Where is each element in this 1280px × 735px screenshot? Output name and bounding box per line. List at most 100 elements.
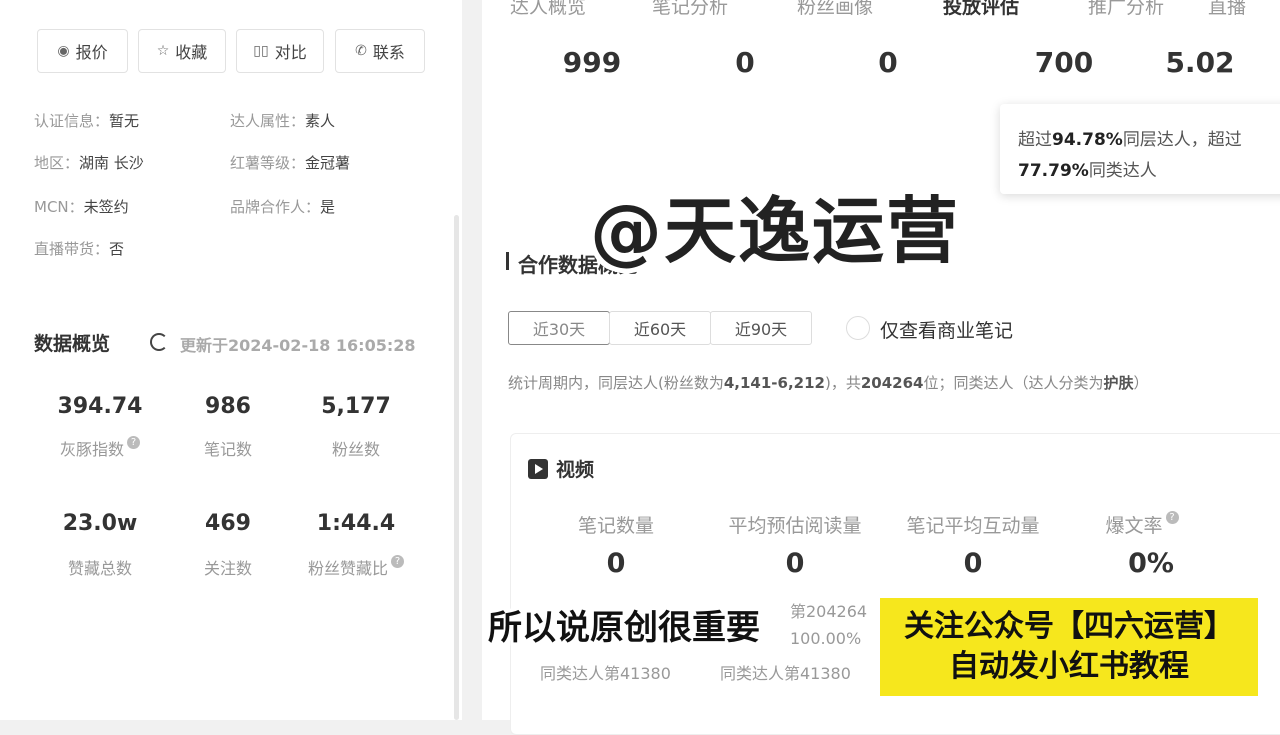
price-icon: ◉ — [57, 43, 70, 59]
compare-button[interactable]: ▯▯ 对比 — [236, 29, 324, 73]
help-icon[interactable]: ? — [1165, 511, 1179, 524]
stat-value: 1:44.4 — [316, 511, 396, 536]
metric-value: 0 — [606, 548, 626, 579]
contact-button-label: 联系 — [372, 43, 405, 62]
range-60-days-button[interactable]: 近60天 — [609, 311, 711, 345]
metric-label-text: 爆文率 — [1105, 515, 1163, 537]
category-name: 护肤 — [1103, 374, 1134, 392]
creator-attribute: 达人属性：素人 — [230, 110, 335, 131]
stat-label: 赞藏总数 — [67, 559, 132, 578]
stat-label-text: 灰豚指数 — [59, 440, 124, 459]
tab-delivery-evaluation[interactable]: 投放评估 — [943, 0, 1019, 19]
tab-fan-profile[interactable]: 粉丝画像 — [797, 0, 873, 19]
stat-value: 23.0w — [62, 511, 138, 536]
level-info: 红薯等级：金冠薯 — [230, 152, 350, 173]
period-text: 统计周期内，同层达人(粉丝数为 — [508, 374, 724, 392]
tooltip-line-2: 77.79%同类达人 — [1018, 156, 1157, 181]
compare-icon: ▯▯ — [253, 43, 269, 59]
video-section-title: 视频 — [528, 455, 594, 482]
period-text: ） — [1133, 374, 1149, 392]
refresh-icon[interactable] — [150, 333, 168, 351]
banner-line-2: 自动发小红书教程 — [949, 649, 1189, 684]
rank-text: 第204264 — [790, 602, 868, 621]
period-text: 位；同类达人（达人分类为 — [923, 374, 1104, 392]
video-subtitle: 所以说原创很重要 — [488, 608, 760, 648]
stat-value: 5,177 — [321, 394, 391, 419]
star-icon: ☆ — [156, 43, 170, 59]
range-30-days-button[interactable]: 近30天 — [508, 311, 610, 345]
metric-label: 爆文率? — [1047, 511, 1237, 538]
summary-value: 0 — [878, 46, 898, 79]
mcn-info: MCN：未签约 — [34, 196, 129, 217]
metric-value: 0% — [1128, 548, 1174, 579]
rank-text: 同类达人第41380 — [720, 664, 851, 683]
peer-count: 204264 — [860, 374, 924, 392]
stat-label: 粉丝赞藏比? — [286, 555, 426, 579]
region-key: 地区： — [34, 154, 80, 172]
live-commerce-value: 否 — [109, 240, 125, 258]
period-text: )，共 — [824, 374, 861, 392]
stat-label: 关注数 — [203, 559, 252, 578]
tab-notes-analysis[interactable]: 笔记分析 — [652, 0, 728, 19]
stat-value: 986 — [205, 394, 251, 419]
help-icon[interactable]: ? — [391, 555, 404, 568]
period-description: 统计周期内，同层达人(粉丝数为4,141-6,212)，共204264位；同类达… — [508, 372, 1149, 393]
metric-value: 0 — [785, 548, 805, 579]
favorite-button-label: 收藏 — [175, 43, 208, 62]
brand-partner-value: 是 — [320, 198, 336, 216]
metric-value: 0 — [963, 548, 983, 579]
fan-range: 4,141-6,212 — [723, 374, 825, 392]
stat-value: 394.74 — [57, 394, 143, 419]
panel-scrollbar[interactable] — [454, 215, 459, 720]
favorite-button[interactable]: ☆ 收藏 — [138, 29, 226, 73]
commercial-only-checkbox[interactable] — [846, 316, 870, 340]
attribute-value: 素人 — [305, 112, 336, 130]
region-info: 地区：湖南 长沙 — [34, 152, 144, 173]
ranking-tooltip: 超过94.78%同层达人，超过 77.79%同类达人 — [1000, 104, 1280, 194]
stat-label: 笔记数 — [203, 440, 252, 459]
stat-label: 粉丝数 — [331, 440, 380, 459]
metric-label: 笔记平均互动量 — [906, 515, 1040, 537]
overview-title: 数据概览 — [34, 333, 111, 355]
tooltip-text: 超过 — [1018, 130, 1052, 150]
tooltip-text: 同类达人 — [1088, 161, 1157, 181]
level-key: 红薯等级： — [230, 154, 306, 172]
stat-label-text: 粉丝赞藏比 — [307, 559, 388, 578]
live-commerce-info: 直播带货：否 — [34, 238, 124, 259]
tooltip-percent: 94.78% — [1052, 130, 1123, 150]
level-value: 金冠薯 — [305, 154, 351, 172]
tab-promotion-analysis[interactable]: 推广分析 — [1088, 0, 1164, 19]
range-90-days-button[interactable]: 近90天 — [710, 311, 812, 345]
cert-key: 认证信息： — [34, 112, 110, 130]
quote-button-label: 报价 — [75, 43, 108, 62]
summary-value: 5.02 — [1165, 46, 1235, 79]
rank-text: 同类达人第41380 — [540, 664, 671, 683]
stat-value: 469 — [205, 511, 251, 536]
tab-overview[interactable]: 达人概览 — [510, 0, 586, 19]
tooltip-line-1: 超过94.78%同层达人，超过 — [1018, 125, 1242, 150]
metric-label: 平均预估阅读量 — [728, 515, 862, 537]
compare-button-label: 对比 — [274, 43, 307, 62]
contact-button[interactable]: ✆ 联系 — [335, 29, 425, 73]
brand-partner-info: 品牌合作人：是 — [230, 196, 335, 217]
region-value: 湖南 长沙 — [79, 154, 144, 172]
attribute-key: 达人属性： — [230, 112, 306, 130]
help-icon[interactable]: ? — [127, 436, 140, 449]
updated-timestamp: 更新于2024-02-18 16:05:28 — [180, 336, 416, 355]
mcn-key: MCN： — [34, 198, 84, 216]
mcn-value: 未签约 — [83, 198, 129, 216]
cert-info: 认证信息：暂无 — [34, 110, 139, 131]
tab-live[interactable]: 直播 — [1208, 0, 1246, 19]
commercial-only-label[interactable]: 仅查看商业笔记 — [880, 316, 1013, 343]
quote-button[interactable]: ◉ 报价 — [37, 29, 128, 73]
summary-value: 0 — [735, 46, 755, 79]
summary-value: 700 — [1034, 46, 1094, 79]
video-title-text: 视频 — [556, 459, 595, 481]
phone-icon: ✆ — [355, 43, 367, 59]
tooltip-text: 同层达人，超过 — [1122, 130, 1242, 150]
rank-text: 100.00% — [790, 629, 862, 648]
cert-value: 暂无 — [109, 112, 140, 130]
creator-profile-panel: ◉ 报价 ☆ 收藏 ▯▯ 对比 ✆ 联系 认证信息：暂无 达人属性：素人 地区：… — [0, 0, 462, 720]
watermark-text: @天逸运营 — [590, 189, 961, 273]
summary-value: 999 — [562, 46, 622, 79]
